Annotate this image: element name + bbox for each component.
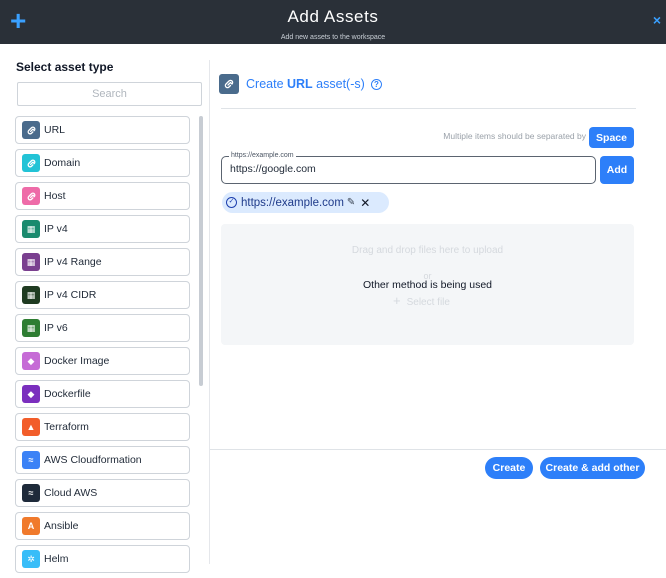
dropzone-disabled-message: Other method is being used [363,279,492,291]
create-prefix: Create [246,77,287,91]
add-button[interactable]: Add [600,156,634,184]
footer-divider [210,449,666,450]
ansible-icon: A [22,517,40,535]
asset-type-item[interactable]: Host [15,182,190,210]
modal-subtitle: Add new assets to the workspace [280,34,386,41]
remove-icon[interactable]: ✕ [360,196,370,210]
create-and-add-other-button[interactable]: Create & add other [540,457,645,479]
asset-type-item[interactable]: ◆ Docker Image [15,347,190,375]
url-input[interactable] [230,163,590,175]
separator-hint: Multiple items should be separated by [443,131,586,141]
link-icon [22,121,40,139]
asset-type-item[interactable]: ✲ Helm [15,545,190,573]
modal-header: + Add Assets Add new assets to the works… [0,0,666,44]
asset-type-label: Host [44,190,66,202]
ip-icon: ▦ [22,253,40,271]
check-circle-icon: ✓ [226,197,237,208]
help-icon[interactable]: ? [371,79,382,90]
asset-type-item[interactable]: ▦ IP v4 CIDR [15,281,190,309]
space-separator-button[interactable]: Space [589,127,634,148]
asset-list-scrollbar[interactable] [199,116,203,386]
create-asset-title: Create URL asset(-s) [246,77,365,91]
terraform-icon: ▲ [22,418,40,436]
asset-type-item[interactable]: ≈ AWS Cloudformation [15,446,190,474]
asset-type-label: Domain [44,157,81,169]
asset-type-label: AWS Cloudformation [44,454,142,466]
create-suffix: asset(-s) [312,77,365,91]
asset-type-item[interactable]: A Ansible [15,512,190,540]
asset-type-label: IP v4 CIDR [44,289,97,301]
asset-type-item[interactable]: ▦ IP v6 [15,314,190,342]
asset-type-label: Terraform [44,421,89,433]
asset-type-list: URL Domain Host ▦ IP v4 ▦ IP v4 Range ▦ IP v4 CI… [15,116,191,578]
ip-icon: ▦ [22,319,40,337]
asset-type-item[interactable]: ▦ IP v4 [15,215,190,243]
docker-icon: ◆ [22,352,40,370]
ip-icon: ▦ [22,220,40,238]
asset-type-label: Ansible [44,520,79,532]
link-icon [22,154,40,172]
asset-type-item[interactable]: URL [15,116,190,144]
asset-type-label: URL [44,124,66,136]
link-icon [22,187,40,205]
helm-icon: ✲ [22,550,40,568]
asset-type-label: Cloud AWS [44,487,98,499]
aws-icon: ≈ [22,484,40,502]
asset-type-label: IP v4 [44,223,68,235]
select-file-link: + Select file [393,293,450,308]
asset-type-item[interactable]: Domain [15,149,190,177]
ip-icon: ▦ [22,286,40,304]
file-dropzone: Drag and drop files here to upload or + S… [221,224,634,345]
url-field-label: https://example.com [229,152,296,159]
search-input[interactable] [17,82,202,106]
asset-type-item[interactable]: ▲ Terraform [15,413,190,441]
asset-type-heading: Select asset type [16,60,114,74]
asset-type-label: Helm [44,553,69,565]
url-chip: ✓ https://example.com ✎ ✕ [222,192,389,213]
plus-icon: + [393,293,401,308]
link-icon [219,74,239,94]
create-button[interactable]: Create [485,457,533,479]
asset-type-item[interactable]: ▦ IP v4 Range [15,248,190,276]
docker-icon: ◆ [22,385,40,403]
column-divider [209,60,210,564]
pencil-icon[interactable]: ✎ [347,197,355,208]
dropzone-text: Drag and drop files here to upload [351,245,504,256]
modal-title: Add Assets [287,7,379,26]
asset-type-label: Docker Image [44,355,110,367]
asset-type-item[interactable]: ◆ Dockerfile [15,380,190,408]
select-file-label: Select file [406,297,450,308]
aws-icon: ≈ [22,451,40,469]
divider [221,108,636,109]
asset-type-name: URL [287,77,313,91]
asset-type-item[interactable]: ≈ Cloud AWS [15,479,190,507]
asset-type-label: IP v6 [44,322,68,334]
chip-label: https://example.com [241,196,344,209]
asset-type-label: IP v4 Range [44,256,102,268]
asset-type-label: Dockerfile [44,388,91,400]
close-icon[interactable]: × [653,12,661,28]
